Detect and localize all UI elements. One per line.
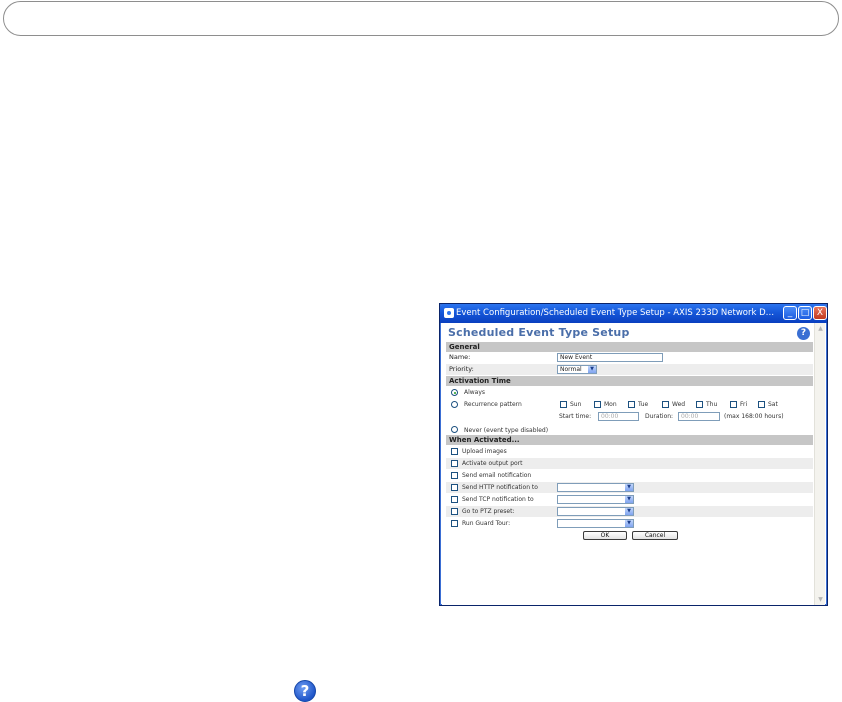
day-label: Wed — [672, 401, 686, 408]
always-radio[interactable] — [451, 389, 458, 396]
start-time-input[interactable]: 00:00 — [598, 412, 639, 421]
chevron-down-icon: ▼ — [625, 520, 633, 527]
section-general: General — [446, 342, 813, 352]
tcp-checkbox[interactable] — [451, 496, 458, 503]
upload-row: Upload images — [446, 446, 813, 457]
priority-value: Normal — [560, 366, 582, 373]
section-activation-time: Activation Time — [446, 376, 813, 386]
name-input[interactable]: New Event — [557, 353, 663, 362]
http-label: Send HTTP notification to — [462, 484, 538, 491]
day-label: Mon — [604, 401, 617, 408]
never-radio[interactable] — [451, 426, 458, 433]
tcp-label: Send TCP notification to — [462, 496, 534, 503]
chevron-down-icon: ▼ — [625, 484, 633, 491]
day-checkbox-mon[interactable] — [594, 401, 601, 408]
window-titlebar[interactable]: Event Configuration/Scheduled Event Type… — [440, 304, 827, 323]
priority-label: Priority: — [449, 365, 474, 373]
ptz-select[interactable]: ▼ — [557, 507, 634, 516]
day-label: Fri — [740, 401, 748, 408]
name-row: Name: New Event — [446, 352, 813, 363]
day-checkbox-sat[interactable] — [758, 401, 765, 408]
day-label: Tue — [638, 401, 649, 408]
window-title: Event Configuration/Scheduled Event Type… — [456, 308, 776, 318]
ptz-checkbox[interactable] — [451, 508, 458, 515]
output-label: Activate output port — [462, 460, 523, 467]
vertical-scrollbar[interactable]: ▲ ▼ — [814, 323, 825, 605]
http-row: Send HTTP notification to ▼ — [446, 482, 813, 493]
window-content: Scheduled Event Type Setup ? General Nam… — [442, 323, 825, 605]
priority-row: Priority: Normal ▼ — [446, 364, 813, 375]
event-setup-window: Event Configuration/Scheduled Event Type… — [439, 303, 828, 606]
cancel-button[interactable]: Cancel — [632, 531, 678, 540]
priority-select[interactable]: Normal ▼ — [557, 365, 597, 374]
day-checkbox-wed[interactable] — [662, 401, 669, 408]
output-checkbox[interactable] — [451, 460, 458, 467]
http-checkbox[interactable] — [451, 484, 458, 491]
day-label: Sat — [768, 401, 778, 408]
guard-tour-label: Run Guard Tour: — [462, 520, 511, 527]
email-checkbox[interactable] — [451, 472, 458, 479]
section-when-activated: When Activated... — [446, 435, 813, 445]
day-checkbox-sun[interactable] — [560, 401, 567, 408]
chevron-down-icon: ▼ — [625, 496, 633, 503]
http-select[interactable]: ▼ — [557, 483, 634, 492]
day-checkbox-tue[interactable] — [628, 401, 635, 408]
never-label: Never (event type disabled) — [464, 427, 549, 434]
ok-button[interactable]: OK — [583, 531, 627, 540]
upload-label: Upload images — [462, 448, 507, 455]
recurrence-label: Recurrence pattern — [464, 401, 522, 408]
chevron-down-icon: ▼ — [588, 366, 596, 373]
upload-checkbox[interactable] — [451, 448, 458, 455]
close-button[interactable]: X — [813, 306, 827, 320]
day-checkbox-thu[interactable] — [696, 401, 703, 408]
minimize-button[interactable]: _ — [783, 306, 797, 320]
page-title: Scheduled Event Type Setup — [448, 326, 630, 339]
day-label: Thu — [706, 401, 718, 408]
guard-tour-select[interactable]: ▼ — [557, 519, 634, 528]
day-checkbox-fri[interactable] — [730, 401, 737, 408]
help-icon[interactable]: ? — [294, 680, 316, 702]
guard-tour-checkbox[interactable] — [451, 520, 458, 527]
tcp-row: Send TCP notification to ▼ — [446, 494, 813, 505]
help-icon[interactable]: ? — [797, 327, 810, 340]
output-row: Activate output port — [446, 458, 813, 469]
window-app-icon — [444, 308, 454, 318]
tcp-select[interactable]: ▼ — [557, 495, 634, 504]
ptz-row: Go to PTZ preset: ▼ — [446, 506, 813, 517]
top-banner-frame — [3, 1, 839, 36]
ptz-label: Go to PTZ preset: — [462, 508, 515, 515]
always-label: Always — [464, 389, 486, 396]
name-label: Name: — [449, 353, 471, 361]
email-label: Send email notification — [462, 472, 532, 479]
maximize-button[interactable]: □ — [798, 306, 812, 320]
guard-tour-row: Run Guard Tour: ▼ — [446, 518, 813, 529]
chevron-down-icon: ▼ — [625, 508, 633, 515]
duration-input[interactable]: 00:00 — [678, 412, 720, 421]
duration-label: Duration: — [645, 413, 674, 420]
recurrence-radio[interactable] — [451, 401, 458, 408]
email-row: Send email notification — [446, 470, 813, 481]
max-duration-note: (max 168:00 hours) — [724, 413, 784, 420]
start-time-label: Start time: — [559, 413, 592, 420]
day-label: Sun — [570, 401, 582, 408]
scroll-up-icon[interactable]: ▲ — [816, 324, 825, 333]
scroll-down-icon[interactable]: ▼ — [816, 595, 825, 604]
